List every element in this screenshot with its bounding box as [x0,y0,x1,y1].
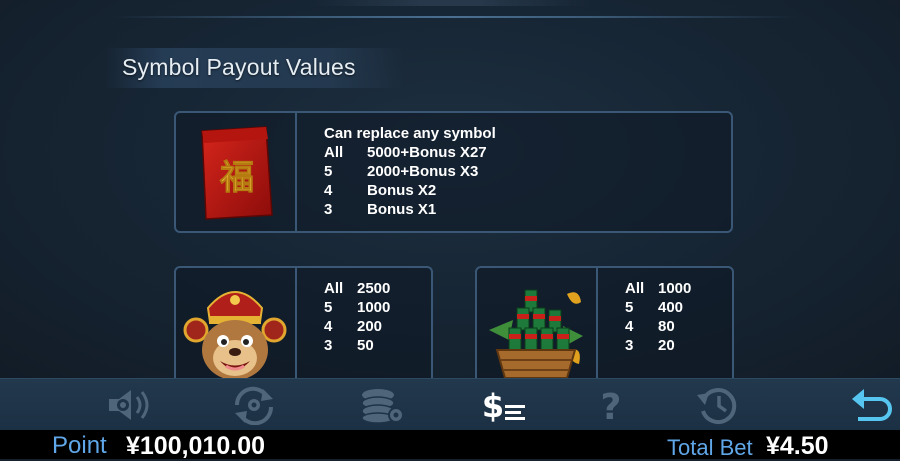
payout-row: 3 20 [625,337,675,354]
card-divider [295,113,297,231]
point-label: Point [52,432,107,459]
svg-text:?: ? [601,387,622,425]
payout-row: 3 50 [324,337,374,354]
back-button[interactable] [846,385,896,425]
paytable-button[interactable]: $ [479,385,529,425]
monkey-payout-table: All 2500 5 1000 4 200 3 50 [324,279,390,355]
monkey-symbol-card: All 2500 5 1000 4 200 3 50 [174,266,433,396]
total-bet-value: ¥4.50 [766,432,829,460]
history-icon [697,388,737,425]
help-button[interactable]: ? [586,385,636,425]
payout-row: 4 200 [324,318,383,335]
back-icon [852,389,892,421]
paytable-icon: $ [482,387,525,425]
total-bet-label: Total Bet [667,435,753,460]
payout-row: 5 1000 [324,299,391,316]
bet-chips-icon [361,389,404,424]
card-divider [596,268,598,394]
payout-row: Can replace any symbol [324,125,496,142]
header-decoration [310,0,590,6]
point-balance: ¥100,010.00 [126,432,266,460]
header-divider [110,16,800,18]
svg-text:福: 福 [219,158,254,198]
firecracker-basket-icon [483,280,589,388]
payout-row: 3 Bonus X1 [324,201,437,218]
red-envelope-icon: 福 [196,125,276,221]
payout-row: 4 80 [625,318,675,335]
svg-text:$: $ [482,387,504,425]
history-button[interactable] [693,385,743,425]
bet-chips-button[interactable] [356,385,406,425]
wild-payout-table: Can replace any symbol All 5000+Bonus X27… [324,124,496,219]
firecracker-symbol-card: All 1000 5 400 4 80 3 20 [475,266,734,396]
bottom-toolbar: $ ? [0,378,900,431]
payout-row: All 1000 [625,280,692,297]
autoplay-settings-icon [234,386,274,425]
payout-row: 5 2000+Bonus X3 [324,163,479,180]
wild-symbol-card: 福 Can replace any symbol All 5000+Bonus X… [174,111,733,233]
autoplay-settings-button[interactable] [229,385,279,425]
firecracker-payout-table: All 1000 5 400 4 80 3 20 [625,279,691,355]
section-title: Symbol Payout Values [122,54,356,80]
sound-settings-icon [109,390,149,420]
fortune-monkey-icon [182,278,288,388]
payout-row: All 5000+Bonus X27 [324,144,487,161]
payout-row: 5 400 [625,299,684,316]
help-icon: ? [601,387,622,425]
payout-row: All 2500 [324,280,391,297]
card-divider [295,268,297,394]
sound-settings-button[interactable] [105,385,155,425]
payout-row: 4 Bonus X2 [324,182,437,199]
